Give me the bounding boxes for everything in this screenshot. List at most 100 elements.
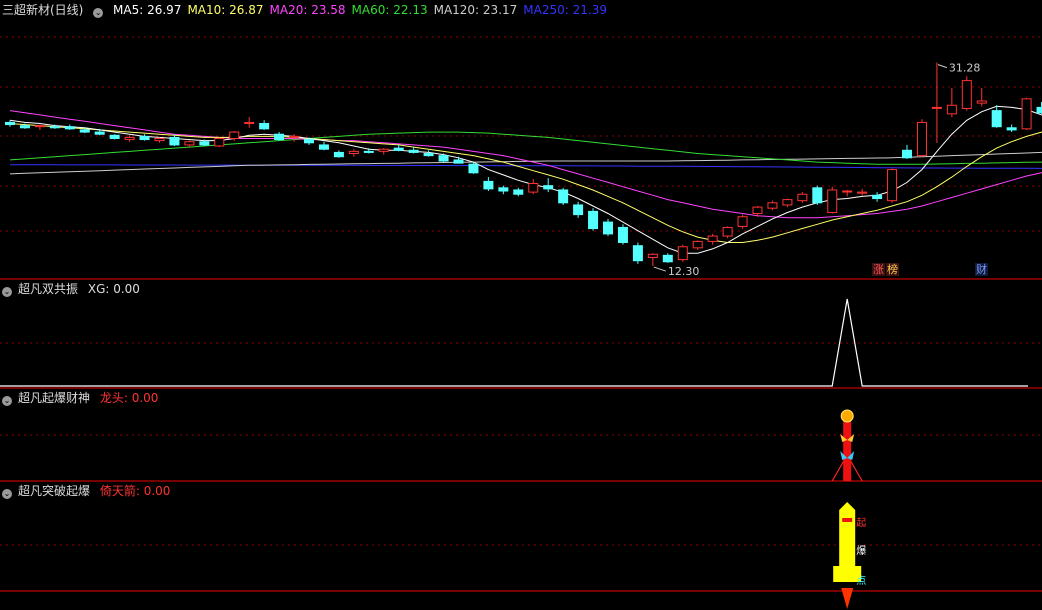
candle-body bbox=[423, 153, 434, 157]
panel1-toggle-icon[interactable]: ⌄ bbox=[2, 287, 12, 297]
candle-body bbox=[528, 183, 539, 193]
candle-body bbox=[64, 126, 75, 130]
cai-tag[interactable]: 财 bbox=[975, 263, 988, 276]
candle-body bbox=[887, 169, 898, 202]
candle-body bbox=[19, 125, 30, 129]
ma-legend-item: MA120: 23.17 bbox=[433, 3, 518, 17]
rocket-label: 起 bbox=[856, 517, 866, 529]
candle-body bbox=[647, 253, 658, 258]
ma-legend-item: MA250: 21.39 bbox=[523, 3, 607, 17]
candle-body bbox=[468, 163, 479, 174]
panel1-field: XG: 0.00 bbox=[87, 282, 140, 296]
candle-body bbox=[677, 246, 688, 261]
dragon-head-panel-plot bbox=[831, 409, 863, 482]
candle-body bbox=[79, 129, 90, 133]
candle-body bbox=[662, 254, 673, 263]
rocket-flame bbox=[841, 588, 854, 609]
candle-body bbox=[199, 141, 210, 146]
bang-tag[interactable]: 榜 bbox=[886, 263, 899, 276]
candle-body bbox=[976, 100, 987, 104]
candle-body bbox=[961, 80, 972, 109]
high-arrow-line bbox=[937, 64, 948, 69]
rocket-label: 点 bbox=[856, 575, 866, 587]
candle-body bbox=[5, 121, 15, 126]
candle-body bbox=[333, 151, 344, 158]
rocket-nose bbox=[839, 502, 856, 510]
rocket-band bbox=[842, 518, 853, 522]
candle-body bbox=[617, 226, 628, 243]
candle-body bbox=[1021, 98, 1032, 130]
ma-legend-item: MA5: 26.97 bbox=[113, 3, 182, 17]
candle-body bbox=[49, 126, 60, 129]
candle-body bbox=[229, 131, 240, 139]
panel3-toggle-icon[interactable]: ⌄ bbox=[2, 489, 12, 499]
candle-body bbox=[902, 149, 912, 159]
candle-body bbox=[438, 155, 449, 162]
candle-body bbox=[184, 141, 195, 146]
candle-body bbox=[498, 187, 509, 192]
candle-body bbox=[752, 206, 763, 215]
candle-body bbox=[408, 149, 419, 153]
candle-body bbox=[393, 147, 404, 151]
candle-body bbox=[991, 110, 1002, 128]
candle-body bbox=[827, 189, 838, 213]
resonance-panel-plot bbox=[0, 298, 1028, 387]
candle-body bbox=[1006, 127, 1017, 131]
candle-body bbox=[692, 240, 703, 249]
candle-body bbox=[872, 194, 883, 200]
candle-body bbox=[707, 235, 718, 242]
candle-body bbox=[109, 134, 120, 139]
candle-body bbox=[483, 180, 494, 190]
candle-body bbox=[304, 139, 314, 144]
panel1-title: 超凡双共振 bbox=[18, 282, 79, 296]
low-arrow-line bbox=[653, 266, 667, 272]
xg-signal-line bbox=[0, 298, 1028, 387]
panel1-header: ⌄ 超凡双共振 XG: 0.00 bbox=[2, 281, 146, 297]
panel2-toggle-icon[interactable]: ⌄ bbox=[2, 396, 12, 406]
candle-body bbox=[558, 189, 569, 204]
candle-body bbox=[363, 150, 374, 153]
candle-body bbox=[34, 125, 45, 128]
candle-body bbox=[378, 148, 389, 152]
candle-body bbox=[812, 187, 823, 204]
candle-body bbox=[94, 131, 105, 135]
ma-legend-item: MA20: 23.58 bbox=[269, 3, 346, 17]
zhang-tag[interactable]: 涨 bbox=[872, 263, 885, 276]
main-header: 三超新材(日线) ⌄ MA5: 26.97 MA10: 26.87 MA20: 23… bbox=[2, 2, 619, 18]
panel3-title: 超凡突破起爆 bbox=[18, 484, 91, 498]
candle-body bbox=[453, 159, 464, 164]
panel2-field-name: 龙头 bbox=[99, 391, 124, 405]
candle-body bbox=[543, 185, 554, 190]
candle-body bbox=[1036, 106, 1042, 114]
rocket-label: 爆 bbox=[856, 545, 866, 557]
candle-body bbox=[931, 106, 942, 109]
stock-title: 三超新材(日线) bbox=[2, 3, 84, 17]
candle-body bbox=[124, 136, 135, 141]
candle-body bbox=[139, 135, 150, 141]
high-price-label: 31.28 bbox=[949, 62, 981, 75]
panel2-title: 超凡起爆财神 bbox=[18, 391, 91, 405]
candle-body bbox=[348, 150, 359, 155]
candle-body bbox=[274, 133, 285, 141]
ma-legend-item: MA60: 22.13 bbox=[351, 3, 428, 17]
money-bag-icon bbox=[840, 409, 854, 423]
candle-body bbox=[513, 189, 524, 195]
candle-body bbox=[767, 202, 778, 209]
ma-legend: MA5: 26.97 MA10: 26.87 MA20: 23.58 MA60: 22… bbox=[113, 3, 613, 17]
panel2-header: ⌄ 超凡起爆财神 龙头: 0.00 bbox=[2, 390, 164, 406]
price-annotations: 31.28 12.30 bbox=[653, 62, 981, 278]
ma60-line bbox=[9, 131, 1042, 165]
candle-body bbox=[259, 122, 270, 130]
settings-circle-icon[interactable]: ⌄ bbox=[93, 8, 104, 18]
panel3-field-value: : 0.00 bbox=[135, 484, 171, 498]
candle-body bbox=[842, 190, 853, 193]
rocket-panel-plot: 起爆点 bbox=[833, 502, 866, 609]
candle-body bbox=[603, 221, 613, 235]
ma-legend-item: MA10: 26.87 bbox=[187, 3, 264, 17]
candle-body bbox=[782, 199, 793, 206]
candle-body bbox=[916, 121, 927, 157]
candle-body bbox=[289, 135, 300, 138]
candle-body bbox=[244, 121, 255, 124]
candle-body bbox=[318, 144, 329, 150]
grid-lines bbox=[0, 36, 1042, 592]
